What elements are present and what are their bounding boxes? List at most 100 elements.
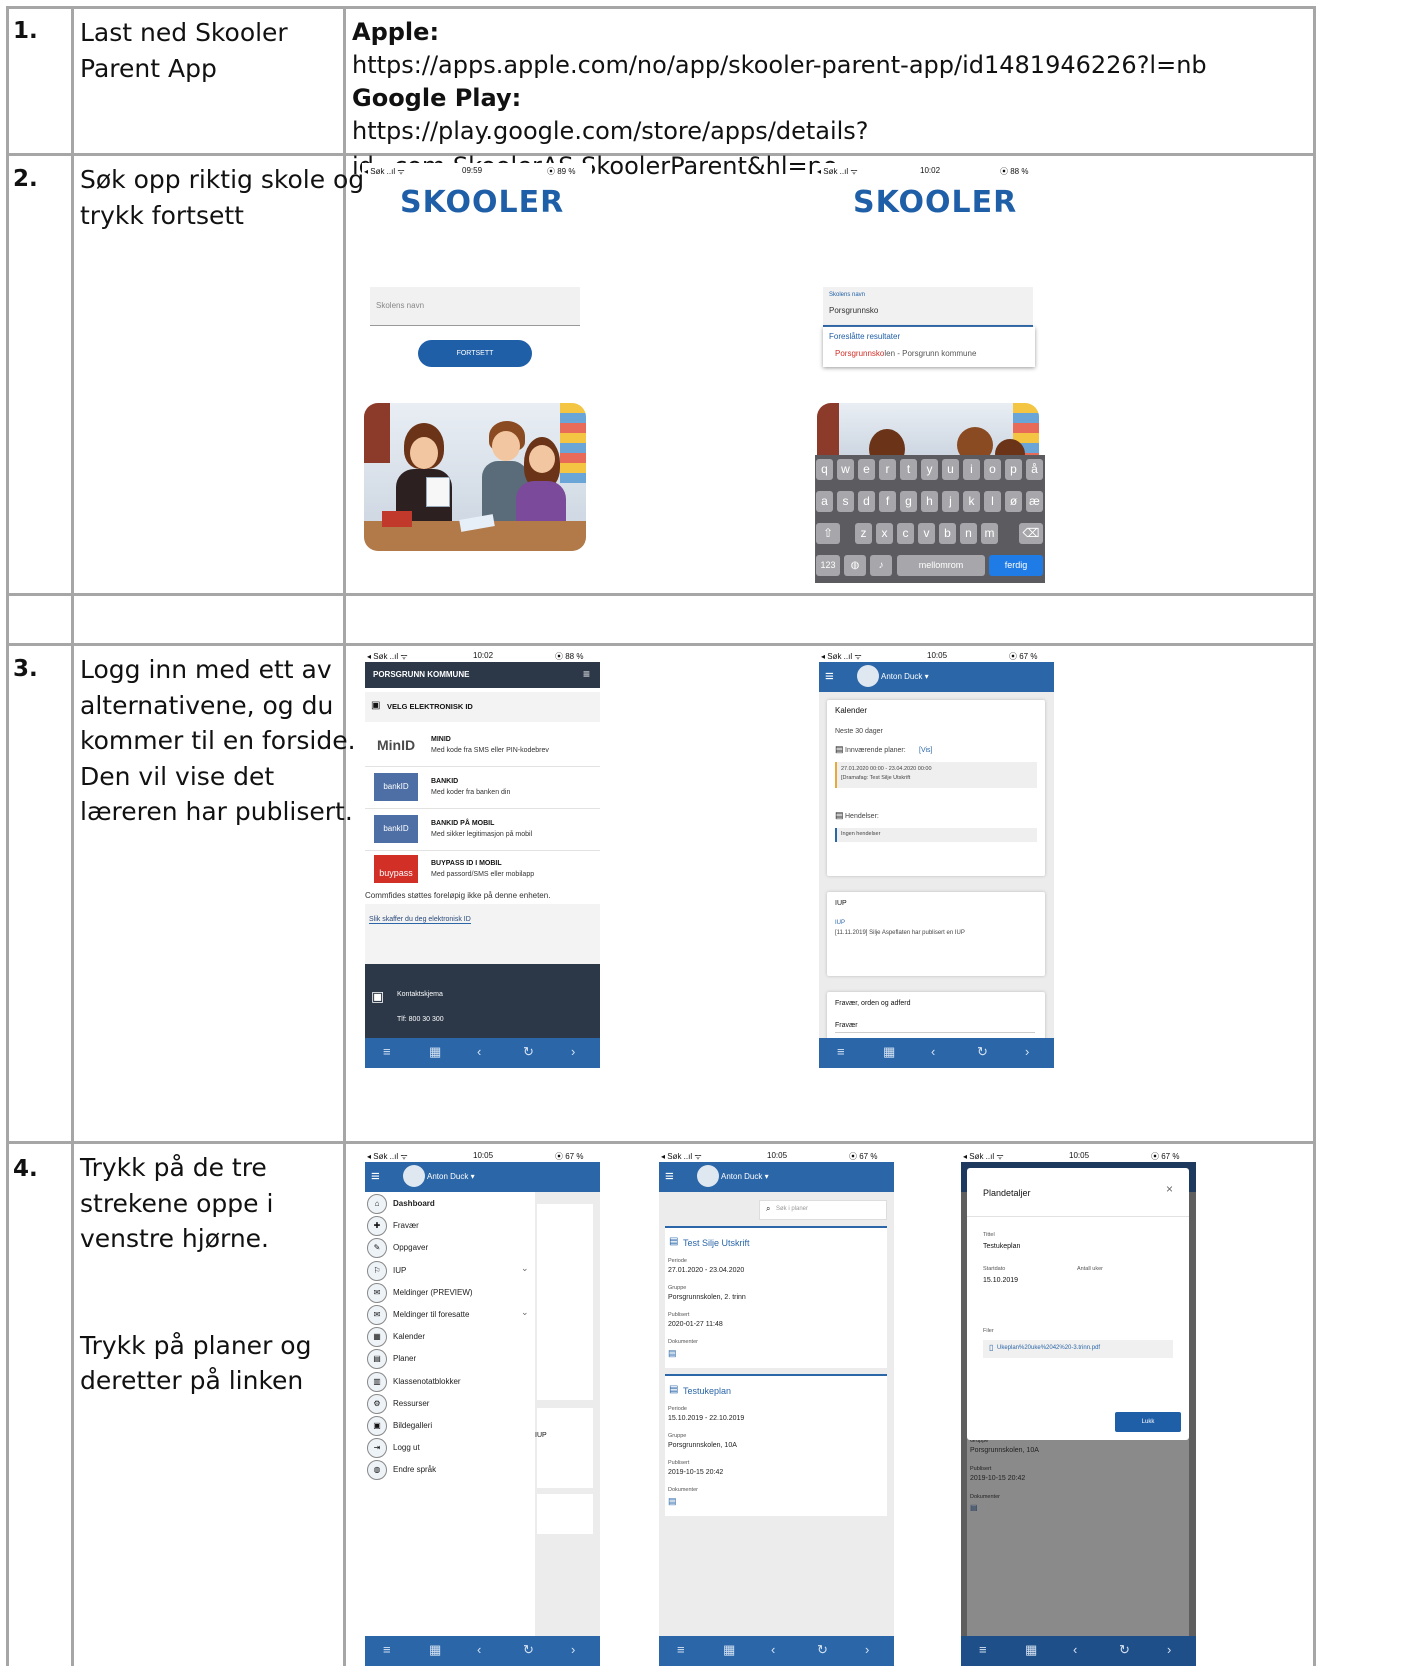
- keyboard-key[interactable]: r: [879, 459, 896, 480]
- menu-icon[interactable]: ≡: [383, 1044, 391, 1059]
- forward-icon[interactable]: ›: [865, 1642, 869, 1657]
- tabs-icon[interactable]: ▦: [429, 1642, 441, 1658]
- globe-icon[interactable]: ◍: [844, 555, 866, 576]
- keyboard-key[interactable]: å: [1026, 459, 1043, 480]
- avatar[interactable]: [857, 665, 879, 687]
- menu-item[interactable]: ✉ Meldinger til foresatte ⌄: [367, 1305, 531, 1325]
- keyboard-key[interactable]: l: [984, 491, 1001, 512]
- keyboard-key[interactable]: x: [876, 523, 893, 544]
- user-menu[interactable]: Anton Duck ▾: [427, 1172, 475, 1181]
- plan-title[interactable]: Testukeplan: [683, 1386, 731, 1396]
- keyboard-key[interactable]: æ: [1026, 491, 1043, 512]
- eid-option-bankid-mobile[interactable]: bankID BANKID PÅ MOBIL Med sikker legiti…: [365, 810, 600, 851]
- contact-form-link[interactable]: Kontaktskjema: [397, 991, 443, 998]
- menu-item[interactable]: ◍ Endre språk: [367, 1460, 531, 1481]
- hamburger-menu-icon[interactable]: ≡: [371, 1168, 380, 1185]
- menu-item[interactable]: ✚ Fravær: [367, 1216, 531, 1237]
- avatar[interactable]: [697, 1165, 719, 1187]
- hamburger-menu-icon[interactable]: ≡: [825, 668, 834, 685]
- menu-icon[interactable]: ≡: [677, 1642, 685, 1657]
- menu-item[interactable]: ⚐ IUP ⌄: [367, 1260, 531, 1281]
- menu-icon[interactable]: ≡: [383, 1642, 391, 1657]
- menu-item[interactable]: ▣ Bildegalleri: [367, 1416, 531, 1436]
- document-icon[interactable]: ▤: [668, 1496, 677, 1507]
- back-icon[interactable]: ‹: [477, 1044, 481, 1059]
- reload-icon[interactable]: ↻: [523, 1642, 534, 1658]
- keyboard-key[interactable]: i: [963, 459, 980, 480]
- plan-title[interactable]: Test Silje Utskrift: [683, 1238, 750, 1248]
- close-icon[interactable]: ×: [1166, 1182, 1173, 1196]
- document-icon[interactable]: ▤: [668, 1348, 677, 1359]
- file-link-box[interactable]: ▯ Ukeplan%20uke%2042%20-3.trinn.pdf: [983, 1340, 1173, 1358]
- plan-card[interactable]: Testukeplan Periode 15.10.2019 - 22.10.201…: [665, 1374, 887, 1516]
- keyboard-key[interactable]: e: [858, 459, 875, 480]
- tabs-icon[interactable]: ▦: [1025, 1642, 1037, 1658]
- keyboard-key[interactable]: n: [960, 523, 977, 544]
- reload-icon[interactable]: ↻: [817, 1642, 828, 1658]
- keyboard-key[interactable]: y: [921, 459, 938, 480]
- file-link[interactable]: Ukeplan%20uke%2042%20-3.trinn.pdf: [997, 1345, 1100, 1351]
- plan-card[interactable]: Test Silje Utskrift Periode 27.01.2020 - 2…: [665, 1226, 887, 1368]
- menu-item[interactable]: ⌂ Dashboard: [367, 1194, 531, 1214]
- reload-icon[interactable]: ↻: [977, 1044, 988, 1060]
- forward-icon[interactable]: ›: [1167, 1642, 1171, 1657]
- user-menu[interactable]: Anton Duck ▾: [881, 672, 929, 681]
- keyboard-key[interactable]: g: [900, 491, 917, 512]
- iup-link[interactable]: IUP: [835, 920, 845, 926]
- menu-item[interactable]: ⚙ Ressurser: [367, 1393, 531, 1414]
- forward-icon[interactable]: ›: [1025, 1044, 1029, 1059]
- menu-item[interactable]: ▦ Kalender: [367, 1327, 531, 1348]
- done-key[interactable]: ferdig: [989, 555, 1043, 576]
- keyboard-key[interactable]: m: [981, 523, 998, 544]
- back-icon[interactable]: ‹: [771, 1642, 775, 1657]
- keyboard-key[interactable]: k: [963, 491, 980, 512]
- continue-button[interactable]: FORTSETT: [418, 340, 532, 367]
- keyboard-key[interactable]: s: [837, 491, 854, 512]
- menu-item[interactable]: ✉ Meldinger (PREVIEW): [367, 1282, 531, 1303]
- numbers-key[interactable]: 123: [816, 555, 840, 576]
- keyboard-key[interactable]: j: [942, 491, 959, 512]
- forward-icon[interactable]: ›: [571, 1642, 575, 1657]
- forward-icon[interactable]: ›: [571, 1044, 575, 1059]
- keyboard-key[interactable]: q: [816, 459, 833, 480]
- user-menu[interactable]: Anton Duck ▾: [721, 1172, 769, 1181]
- keyboard-key[interactable]: p: [1005, 459, 1022, 480]
- keyboard-key[interactable]: d: [858, 491, 875, 512]
- reload-icon[interactable]: ↻: [523, 1044, 534, 1060]
- menu-icon[interactable]: ≡: [837, 1044, 845, 1059]
- shift-key[interactable]: ⇧: [816, 523, 840, 544]
- show-plans-link[interactable]: [Vis]: [919, 747, 933, 754]
- school-name-input[interactable]: Skolens navn: [370, 287, 580, 326]
- plan-entry[interactable]: 27.01.2020 00:00 - 23.04.2020 00:00 [Dra…: [835, 762, 1037, 788]
- onscreen-keyboard[interactable]: qwertyuiopå asdfghjkløæ ⇧ ⌫ zxcvbnm 123 …: [815, 455, 1045, 583]
- eid-option-buypass[interactable]: buypass BUYPASS ID I MOBIL Med passord/S…: [365, 852, 600, 888]
- keyboard-key[interactable]: w: [837, 459, 854, 480]
- hamburger-menu-icon[interactable]: ≡: [665, 1168, 674, 1185]
- hamburger-menu-icon[interactable]: ≡: [583, 667, 590, 681]
- help-link[interactable]: Slik skaffer du deg elektronisk ID: [369, 916, 471, 924]
- keyboard-key[interactable]: ø: [1005, 491, 1022, 512]
- chevron-down-icon[interactable]: ⌄: [521, 1307, 529, 1318]
- menu-item[interactable]: ▤ Planer: [367, 1349, 531, 1370]
- close-button[interactable]: Lukk: [1115, 1412, 1181, 1432]
- keyboard-key[interactable]: o: [984, 459, 1001, 480]
- keyboard-key[interactable]: b: [939, 523, 956, 544]
- menu-icon[interactable]: ≡: [979, 1642, 987, 1657]
- space-key[interactable]: mellomrom: [897, 555, 985, 576]
- avatar[interactable]: [403, 1165, 425, 1187]
- backspace-key[interactable]: ⌫: [1019, 523, 1043, 544]
- keyboard-key[interactable]: t: [900, 459, 917, 480]
- keyboard-key[interactable]: c: [897, 523, 914, 544]
- reload-icon[interactable]: ↻: [1119, 1642, 1130, 1658]
- keyboard-key[interactable]: f: [879, 491, 896, 512]
- suggestion-item[interactable]: Porsgrunnskolen - Porsgrunn kommune: [835, 349, 976, 358]
- eid-option-bankid[interactable]: bankID BANKID Med koder fra banken din: [365, 768, 600, 809]
- tabs-icon[interactable]: ▦: [883, 1044, 895, 1060]
- plans-search-input[interactable]: ⌕ Søk i planer: [759, 1200, 887, 1220]
- keyboard-key[interactable]: z: [855, 523, 872, 544]
- keyboard-key[interactable]: a: [816, 491, 833, 512]
- keyboard-key[interactable]: h: [921, 491, 938, 512]
- microphone-icon[interactable]: ♪: [870, 555, 892, 576]
- eid-option-minid[interactable]: MinID MINID Med kode fra SMS eller PIN-k…: [365, 726, 600, 767]
- keyboard-key[interactable]: u: [942, 459, 959, 480]
